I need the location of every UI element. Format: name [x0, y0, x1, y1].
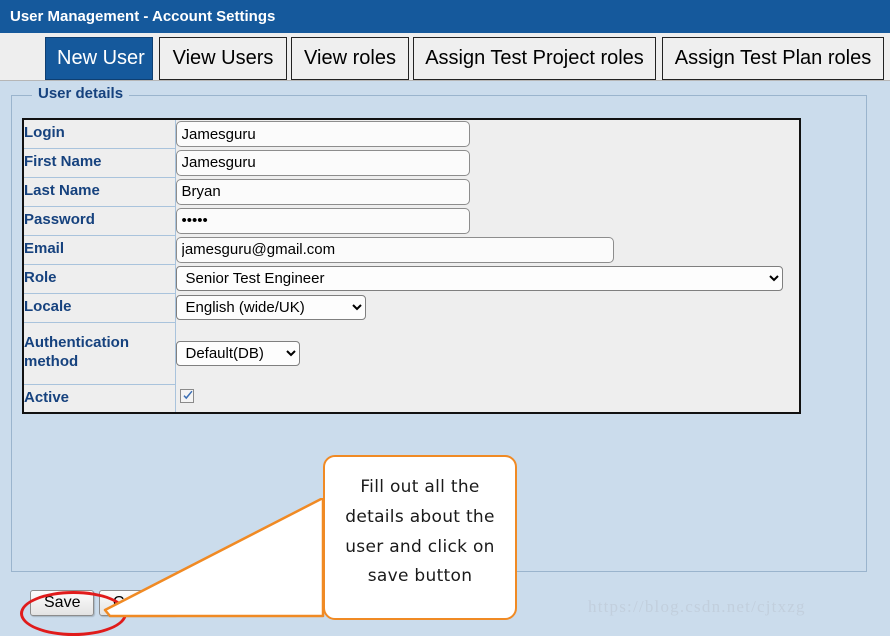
- last-name-input[interactable]: [176, 179, 470, 205]
- tab-bar: New User View Users View roles Assign Te…: [0, 33, 890, 81]
- window-title-bar: User Management - Account Settings: [0, 0, 890, 33]
- login-input[interactable]: [176, 121, 470, 147]
- label-active: Active: [23, 384, 175, 413]
- user-details-table: Login First Name Last Name: [22, 118, 801, 414]
- checkmark-icon: [182, 390, 194, 402]
- label-role: Role: [23, 264, 175, 293]
- watermark: https://blog.csdn.net/cjtxzg: [588, 597, 806, 617]
- label-locale: Locale: [23, 293, 175, 322]
- email-input[interactable]: [176, 237, 614, 263]
- table-row-active: Active: [23, 384, 800, 413]
- cancel-button[interactable]: Cancel: [99, 590, 177, 616]
- authentication-method-select[interactable]: Default(DB): [176, 341, 300, 366]
- table-row-authentication-method: Authentication method Default(DB): [23, 322, 800, 384]
- locale-select[interactable]: English (wide/UK): [176, 295, 366, 320]
- role-select[interactable]: Senior Test Engineer: [176, 266, 783, 291]
- label-authentication-method: Authentication method: [23, 322, 175, 384]
- tab-assign-test-plan-roles[interactable]: Assign Test Plan roles: [662, 37, 884, 80]
- annotation-callout: Fill out all the details about the user …: [323, 455, 517, 620]
- label-first-name: First Name: [23, 148, 175, 177]
- table-row-email: Email: [23, 235, 800, 264]
- table-row-password: Password: [23, 206, 800, 235]
- tab-new-user[interactable]: New User: [45, 37, 153, 80]
- table-row-login: Login: [23, 119, 800, 148]
- save-button[interactable]: Save: [30, 590, 94, 616]
- table-row-locale: Locale English (wide/UK): [23, 293, 800, 322]
- table-row-last-name: Last Name: [23, 177, 800, 206]
- form-actions: Save Cancel: [30, 590, 177, 616]
- tab-view-roles[interactable]: View roles: [291, 37, 409, 80]
- active-checkbox[interactable]: [180, 389, 194, 403]
- table-row-role: Role Senior Test Engineer: [23, 264, 800, 293]
- label-login: Login: [23, 119, 175, 148]
- label-last-name: Last Name: [23, 177, 175, 206]
- label-email: Email: [23, 235, 175, 264]
- tab-view-users[interactable]: View Users: [159, 37, 287, 80]
- table-row-first-name: First Name: [23, 148, 800, 177]
- annotation-callout-text: Fill out all the details about the user …: [325, 457, 515, 592]
- tab-assign-test-project-roles[interactable]: Assign Test Project roles: [413, 37, 656, 80]
- fieldset-legend: User details: [32, 85, 129, 102]
- password-input[interactable]: [176, 208, 470, 234]
- page-title: User Management - Account Settings: [10, 8, 275, 25]
- label-password: Password: [23, 206, 175, 235]
- first-name-input[interactable]: [176, 150, 470, 176]
